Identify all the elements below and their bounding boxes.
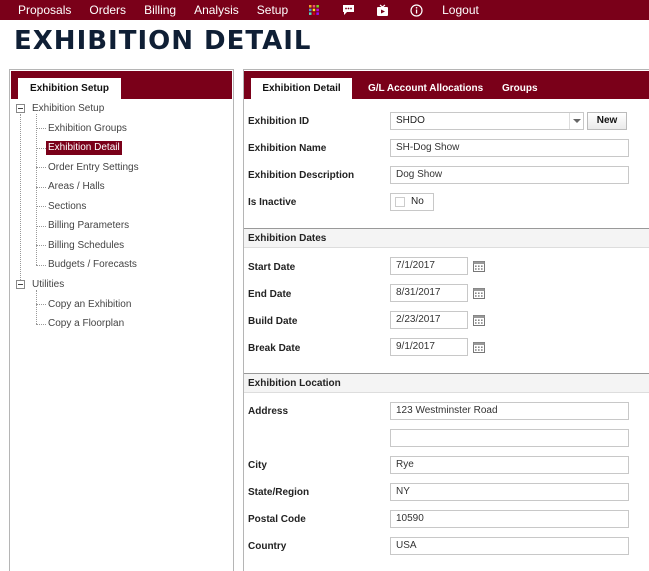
nav-logout[interactable]: Logout	[442, 0, 479, 20]
calendar-icon[interactable]	[473, 341, 485, 353]
tree-connector	[20, 114, 21, 282]
checkbox-box[interactable]	[395, 197, 405, 207]
section-exhibition-dates: Exhibition Dates	[244, 228, 649, 248]
address-line2-input[interactable]	[390, 429, 629, 447]
build-date-input[interactable]: 2/23/2017	[390, 311, 468, 329]
tab-exhibition-detail[interactable]: Exhibition Detail	[251, 78, 352, 99]
grid-icon[interactable]	[306, 0, 322, 20]
country-input[interactable]: USA	[390, 537, 629, 555]
is-inactive-value: No	[411, 196, 424, 207]
right-tab-bar: Exhibition Detail G/L Account Allocation…	[244, 71, 649, 99]
nav-proposals[interactable]: Proposals	[18, 0, 71, 20]
section-exhibition-location: Exhibition Location	[244, 373, 649, 393]
left-panel: Exhibition Setup Exhibition Setup Exhibi…	[9, 69, 234, 571]
start-date-label: Start Date	[248, 262, 296, 273]
is-inactive-label: Is Inactive	[248, 197, 297, 208]
address-label: Address	[248, 406, 289, 417]
calendar-icon[interactable]	[473, 314, 485, 326]
collapse-icon[interactable]	[16, 104, 25, 113]
break-date-input[interactable]: 9/1/2017	[390, 338, 468, 356]
city-input[interactable]: Rye	[390, 456, 629, 474]
tree-root-utilities[interactable]: Utilities	[32, 278, 64, 292]
tree-connector	[36, 226, 46, 227]
tree-item-areas-halls[interactable]: Areas / Halls	[48, 180, 105, 194]
right-panel: Exhibition Detail G/L Account Allocation…	[243, 69, 649, 571]
nav-billing[interactable]: Billing	[144, 0, 176, 20]
tree-root-exhibition-setup[interactable]: Exhibition Setup	[32, 102, 104, 116]
tree-connector	[36, 304, 46, 305]
state-region-label: State/Region	[248, 487, 310, 498]
city-label: City	[248, 460, 267, 471]
page-title: EXHIBITION DETAIL	[14, 26, 312, 56]
tree-item-copy-exhibition[interactable]: Copy an Exhibition	[48, 298, 131, 312]
country-label: Country	[248, 541, 287, 552]
tree-connector	[36, 114, 37, 265]
left-tab-bar: Exhibition Setup	[11, 71, 232, 99]
tree-connector	[36, 187, 46, 188]
address-line1-input[interactable]: 123 Westminster Road	[390, 402, 629, 420]
tree-connector	[36, 324, 46, 325]
tab-exhibition-setup[interactable]: Exhibition Setup	[18, 78, 121, 99]
calendar-icon[interactable]	[473, 287, 485, 299]
tree-connector	[36, 245, 46, 246]
chat-icon[interactable]	[340, 0, 356, 20]
tree-item-billing-schedules[interactable]: Billing Schedules	[48, 239, 124, 253]
exhibition-description-label: Exhibition Description	[248, 170, 355, 181]
tree-item-copy-floorplan[interactable]: Copy a Floorplan	[48, 317, 124, 331]
exhibition-id-value: SHDO	[396, 115, 425, 126]
postal-code-label: Postal Code	[248, 514, 306, 525]
tree-item-exhibition-detail[interactable]: Exhibition Detail	[46, 141, 122, 155]
tree-connector	[36, 290, 37, 324]
exhibition-id-label: Exhibition ID	[248, 116, 310, 127]
new-button[interactable]: New	[587, 112, 627, 130]
tree-item-order-entry-settings[interactable]: Order Entry Settings	[48, 161, 139, 175]
postal-code-input[interactable]: 10590	[390, 510, 629, 528]
info-icon[interactable]	[408, 0, 424, 20]
tv-icon[interactable]	[374, 0, 390, 20]
exhibition-name-input[interactable]: SH-Dog Show	[390, 139, 629, 157]
exhibition-description-input[interactable]: Dog Show	[390, 166, 629, 184]
state-region-input[interactable]: NY	[390, 483, 629, 501]
calendar-icon[interactable]	[473, 260, 485, 272]
tree-item-billing-parameters[interactable]: Billing Parameters	[48, 219, 129, 233]
nav-analysis[interactable]: Analysis	[194, 0, 239, 20]
start-date-input[interactable]: 7/1/2017	[390, 257, 468, 275]
tree-item-exhibition-groups[interactable]: Exhibition Groups	[48, 122, 127, 136]
collapse-icon[interactable]	[16, 280, 25, 289]
tree-item-sections[interactable]: Sections	[48, 200, 86, 214]
exhibition-name-label: Exhibition Name	[248, 143, 327, 154]
chevron-down-icon[interactable]	[569, 113, 583, 129]
tree-connector	[36, 265, 46, 266]
nav-orders[interactable]: Orders	[89, 0, 126, 20]
is-inactive-checkbox[interactable]: No	[390, 193, 434, 211]
top-nav: Proposals Orders Billing Analysis Setup …	[0, 0, 649, 20]
tab-groups[interactable]: Groups	[502, 78, 538, 99]
exhibition-id-select[interactable]: SHDO	[390, 112, 584, 130]
tree-connector	[36, 167, 46, 168]
build-date-label: Build Date	[248, 316, 298, 327]
tree-connector	[36, 206, 46, 207]
nav-setup[interactable]: Setup	[257, 0, 288, 20]
break-date-label: Break Date	[248, 343, 301, 354]
end-date-input[interactable]: 8/31/2017	[390, 284, 468, 302]
tree-item-budgets-forecasts[interactable]: Budgets / Forecasts	[48, 258, 137, 272]
tree-connector	[36, 128, 46, 129]
tree-connector	[36, 148, 46, 149]
tab-gl-account-allocations[interactable]: G/L Account Allocations	[368, 78, 483, 99]
end-date-label: End Date	[248, 289, 292, 300]
